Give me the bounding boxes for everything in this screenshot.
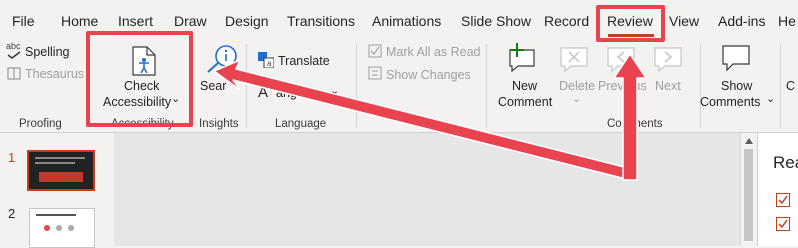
annotation-arrow-icon: [213, 53, 647, 181]
